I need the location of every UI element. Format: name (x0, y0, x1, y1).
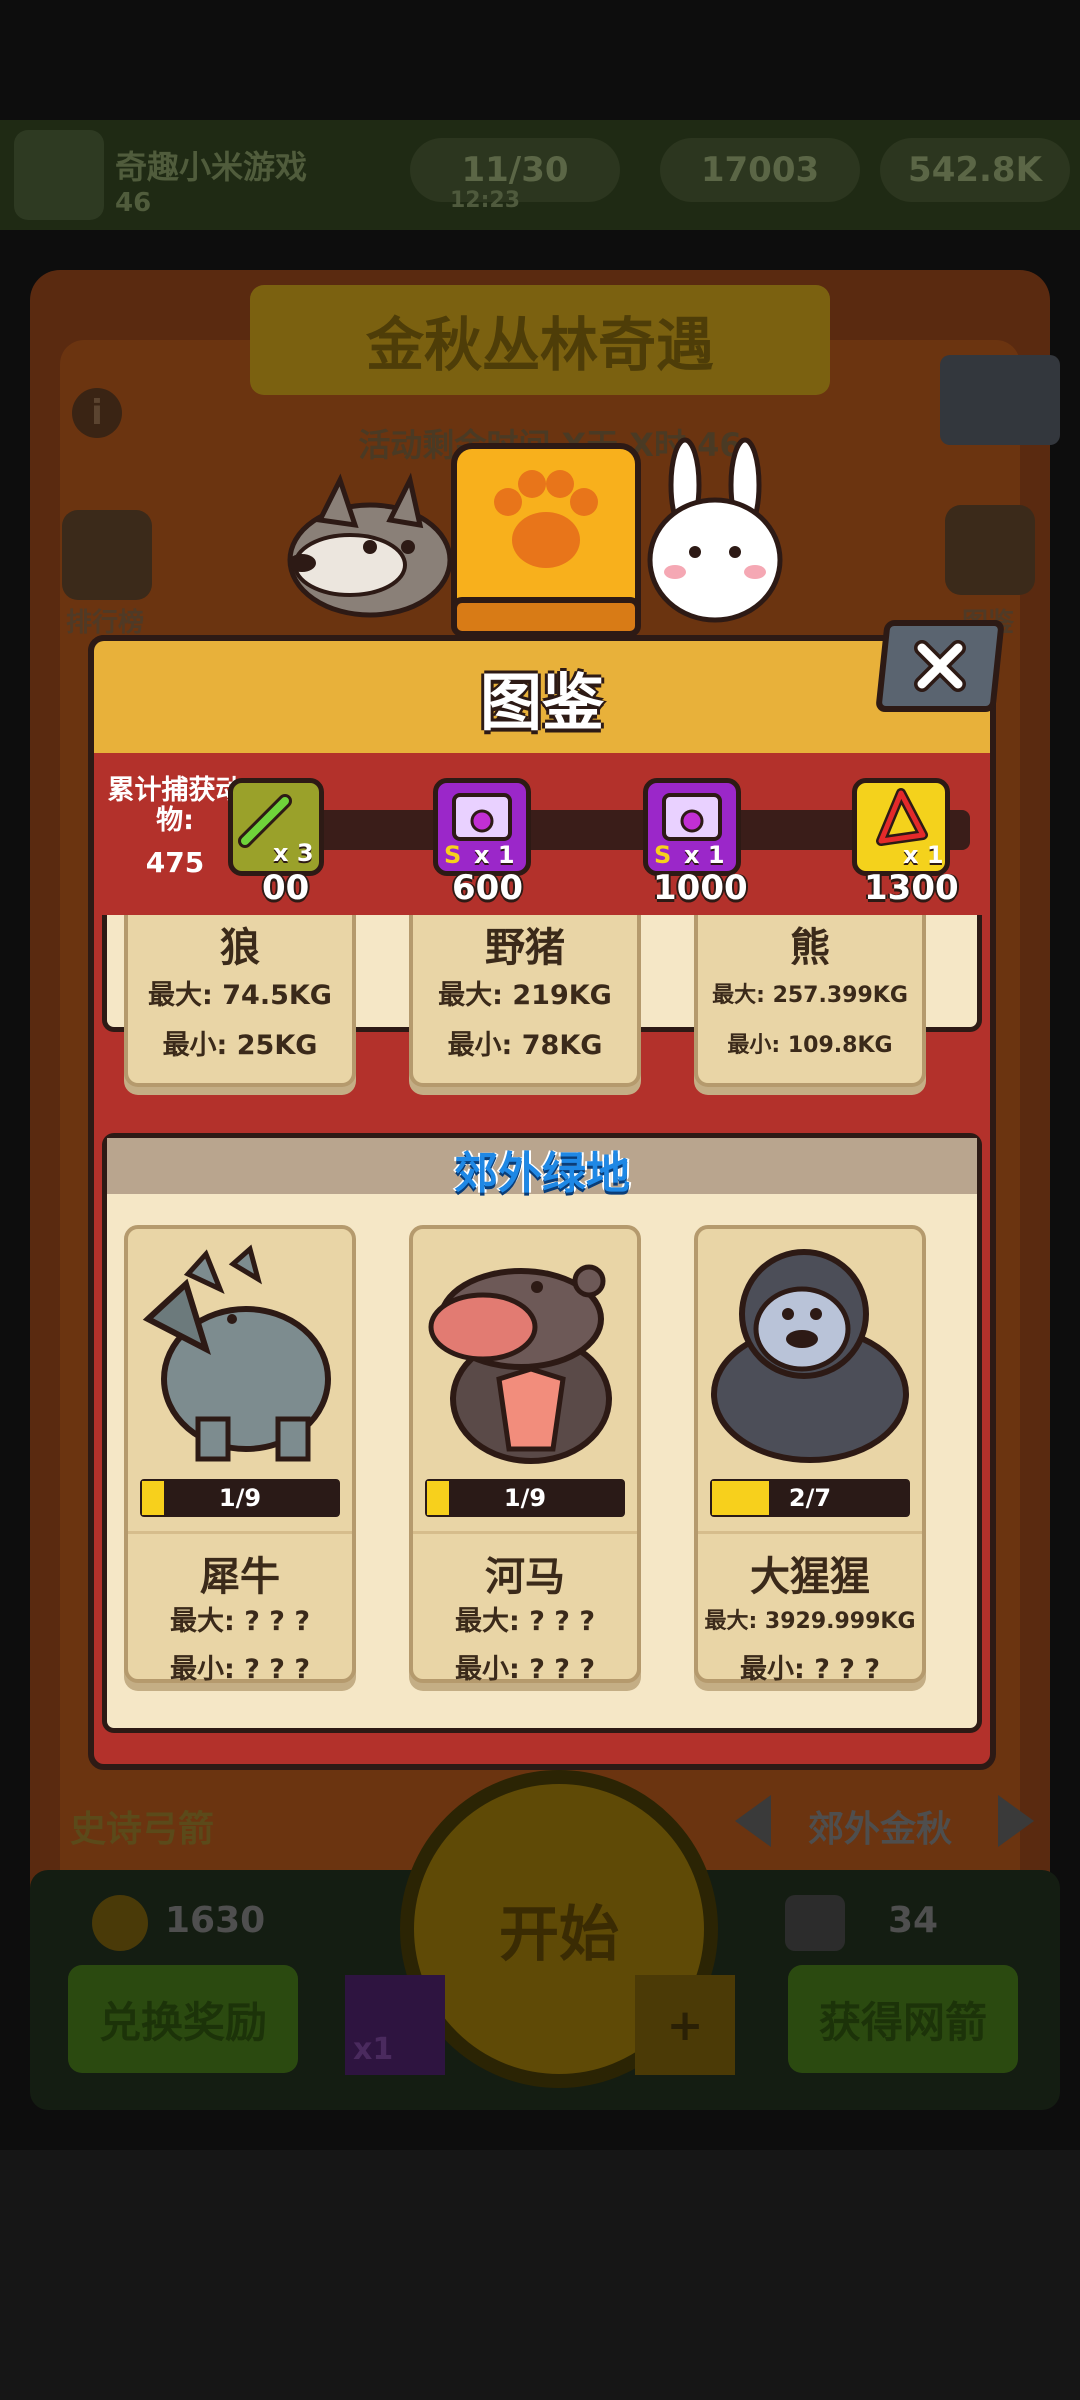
catalog-side-icon[interactable] (945, 505, 1035, 595)
animal-max-weight: 最大: 3929.999KG (704, 1609, 916, 1634)
hippo-icon (413, 1229, 637, 1469)
animal-max-weight: 最大: 219KG (438, 980, 612, 1011)
card-divider (413, 1531, 637, 1534)
modal-header: 图鉴 (88, 635, 996, 753)
info-icon[interactable]: i (72, 388, 122, 438)
animal-name: 河马 (485, 1554, 565, 1600)
start-label: 开始 (499, 1899, 619, 1970)
money-pill[interactable]: 542.8K (880, 138, 1070, 202)
arrow-count: 34 (888, 1900, 939, 1941)
player-name: 奇趣小米游戏 (115, 148, 308, 186)
map-next-arrow[interactable] (998, 1795, 1034, 1847)
get-net-arrow-label: 获得网箭 (818, 1997, 987, 2047)
animal-name: 野猪 (485, 925, 565, 971)
animal-min-weight: 最小: ? ? ? (455, 1654, 595, 1685)
reward-tier-300: 00 (262, 868, 310, 908)
animal-max-weight: 最大: 74.5KG (148, 980, 332, 1011)
multiplier-button[interactable]: x1 (345, 1975, 445, 2075)
reward-tier-600: 600 (452, 868, 523, 908)
reward-box-300[interactable]: x 3 (228, 778, 324, 876)
rabbit-mascot (640, 430, 790, 630)
collection-progress-text: 2/7 (788, 1484, 832, 1512)
energy-value: 11/30 (461, 150, 569, 190)
event-title-banner: 金秋丛林奇遇 (250, 285, 830, 395)
leaderboard-label: 排行榜 (66, 608, 145, 638)
money-value: 542.8K (908, 150, 1042, 190)
reward-qty: x 3 (273, 839, 314, 867)
s-badge: S (654, 841, 672, 869)
animal-card-gorilla[interactable]: 2/7 大猩猩 最大: 3929.999KG 最小: ? ? ? (694, 1225, 926, 1685)
s-chest-icon (452, 793, 512, 841)
bottom-nav-bar (0, 2150, 1080, 2400)
animal-min-weight: 最小: ? ? ? (170, 1654, 310, 1685)
weapon-label: 史诗弓箭 (70, 1809, 215, 1850)
coin-count: 1630 (165, 1900, 266, 1941)
multiplier-label: x1 (353, 2032, 394, 2067)
reward-box-600[interactable]: S x 1 (433, 778, 531, 876)
red-net-icon (876, 788, 928, 846)
player-avatar[interactable] (14, 130, 104, 220)
animal-card-hippo[interactable]: 1/9 河马 最大: ? ? ? 最小: ? ? ? (409, 1225, 641, 1685)
collection-progress-text: 1/9 (218, 1484, 262, 1512)
background-close-button[interactable] (940, 355, 1060, 445)
map-name: 郊外金秋 (808, 1809, 953, 1850)
animal-max-weight: 最大: ? ? ? (170, 1606, 310, 1637)
animal-min-weight: 最小: 25KG (162, 1030, 318, 1061)
gorilla-icon (698, 1229, 922, 1469)
exchange-reward-button[interactable]: 兑换奖励 (68, 1965, 298, 2073)
reward-qty: x 1 (474, 841, 515, 869)
animal-name: 犀牛 (200, 1554, 280, 1600)
animal-name: 狼 (220, 925, 260, 971)
leaderboard-icon[interactable] (62, 510, 152, 600)
get-net-arrow-button[interactable]: 获得网箭 (788, 1965, 1018, 2073)
plus-label: + (666, 1999, 704, 2051)
animal-max-weight: 最大: 257.399KG (712, 983, 908, 1008)
card-divider (698, 1531, 922, 1534)
reward-tier-1300: 1300 (864, 868, 959, 908)
reward-tier-1000: 1000 (653, 868, 748, 908)
coin-icon (92, 1895, 148, 1951)
animal-max-weight: 最大: ? ? ? (455, 1606, 595, 1637)
animal-card-boar[interactable]: 野猪 最大: 219KG 最小: 78KG (409, 915, 641, 1087)
close-icon (914, 640, 966, 692)
green-currency-pill[interactable]: 17003 (660, 138, 860, 202)
animal-min-weight: 最小: 78KG (447, 1030, 603, 1061)
modal-title: 图鉴 (479, 666, 604, 739)
close-button[interactable] (875, 620, 1005, 712)
collection-progress-text: 1/9 (503, 1484, 547, 1512)
plus-button[interactable]: + (635, 1975, 735, 2075)
catalog-book-icon (448, 440, 644, 640)
animal-min-weight: 最小: ? ? ? (740, 1654, 880, 1685)
animal-min-weight: 最小: 109.8KG (727, 1033, 893, 1058)
reward-box-1000[interactable]: S x 1 (643, 778, 741, 876)
green-currency-value: 17003 (700, 150, 820, 190)
event-title: 金秋丛林奇遇 (365, 311, 714, 379)
rhino-icon (128, 1229, 352, 1469)
wolf-mascot (280, 465, 460, 625)
animal-card-wolf[interactable]: 狼 最大: 74.5KG 最小: 25KG (124, 915, 356, 1087)
section-title: 郊外绿地 (454, 1148, 630, 1199)
exchange-reward-label: 兑换奖励 (98, 1997, 267, 2047)
energy-timer: 12:23 (450, 188, 521, 213)
animal-name: 大猩猩 (750, 1554, 870, 1600)
reward-qty: x 1 (684, 841, 725, 869)
catalog-scroll-area[interactable]: 狼 最大: 74.5KG 最小: 25KG 野猪 最大: 219KG 最小: 7… (98, 915, 986, 1735)
animal-card-rhino[interactable]: 1/9 犀牛 最大: ? ? ? 最小: ? ? ? (124, 1225, 356, 1685)
card-divider (128, 1531, 352, 1534)
reward-box-1300[interactable]: x 1 (852, 778, 950, 876)
animal-name: 熊 (790, 925, 830, 971)
player-level: 46 (115, 188, 152, 218)
reward-qty: x 1 (903, 841, 944, 869)
s-badge: S (444, 841, 462, 869)
s-chest-icon (662, 793, 722, 841)
map-prev-arrow[interactable] (735, 1795, 771, 1847)
arrow-icon (785, 1895, 845, 1951)
animal-card-bear[interactable]: 熊 最大: 257.399KG 最小: 109.8KG (694, 915, 926, 1087)
